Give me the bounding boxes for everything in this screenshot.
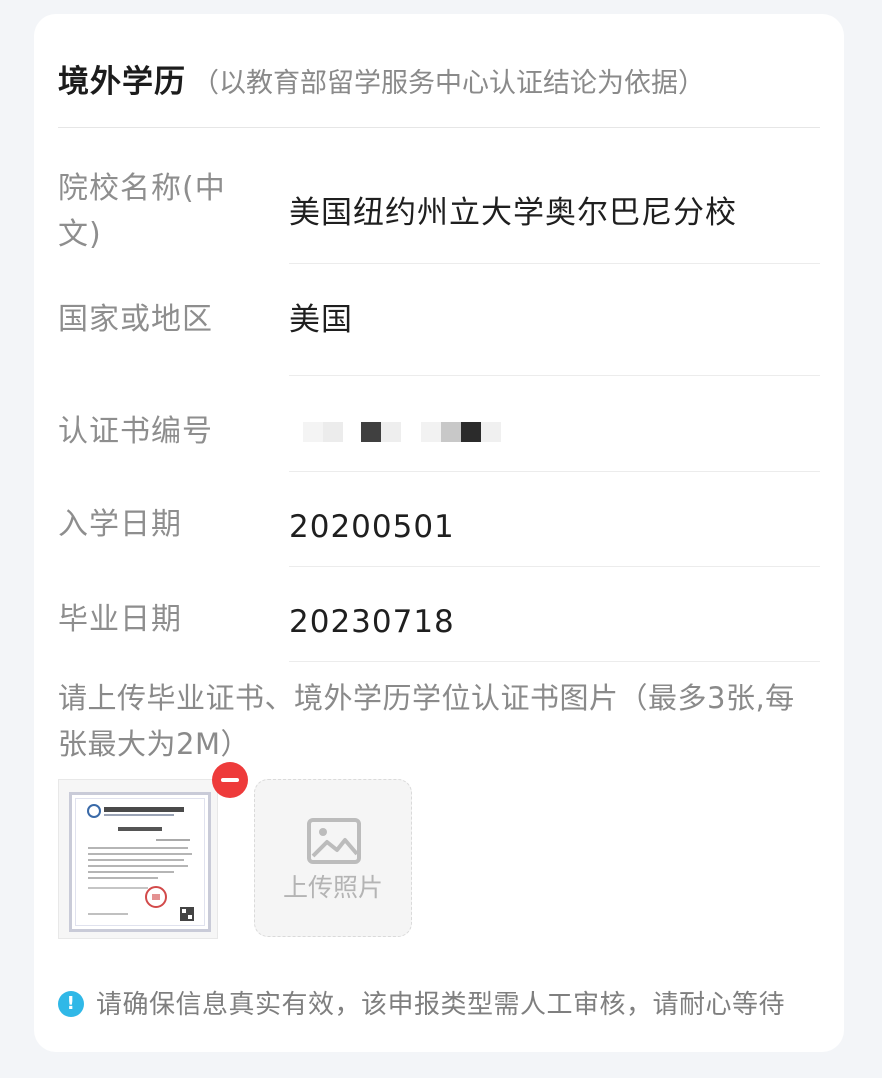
review-notice-text: 请确保信息真实有效，该申报类型需人工审核，请耐心等待 — [96, 990, 786, 1020]
education-card: 境外学历 （以教育部留学服务中心认证结论为依据） 院校名称(中文) 美国纽约州立大… — [34, 14, 844, 1052]
info-icon: ! — [58, 990, 84, 1017]
upload-photo-button[interactable]: 上传照片 — [254, 779, 412, 937]
remove-photo-button[interactable] — [212, 762, 248, 798]
field-value-graduation-date[interactable]: 20230718 — [289, 567, 820, 662]
certificate-illustration — [87, 804, 194, 921]
field-value-school-name[interactable]: 美国纽约州立大学奥尔巴尼分校 — [289, 166, 820, 264]
field-label-graduation-date: 毕业日期 — [58, 602, 182, 637]
field-row-certificate-number[interactable]: 认证书编号 — [58, 376, 820, 472]
card-header: 境外学历 （以教育部留学服务中心认证结论为依据） — [58, 56, 820, 128]
image-icon — [307, 818, 361, 864]
card-title: 境外学历 — [58, 64, 186, 100]
field-label-certificate-number: 认证书编号 — [58, 414, 213, 449]
certificate-image — [69, 792, 211, 932]
field-value-enrollment-date[interactable]: 20200501 — [289, 472, 820, 567]
upload-photo-label: 上传照片 — [282, 873, 383, 902]
field-row-country[interactable]: 国家或地区 美国 — [58, 264, 820, 376]
field-label-country: 国家或地区 — [58, 302, 213, 337]
field-label-school-name: 院校名称(中文) — [58, 171, 226, 252]
review-notice: ! 请确保信息真实有效，该申报类型需人工审核，请耐心等待 — [58, 984, 785, 1021]
uploaded-certificate-thumbnail[interactable] — [58, 779, 218, 939]
field-row-enrollment-date[interactable]: 入学日期 20200501 — [58, 472, 820, 567]
field-row-school-name[interactable]: 院校名称(中文) 美国纽约州立大学奥尔巴尼分校 — [58, 166, 820, 264]
field-value-country[interactable]: 美国 — [289, 264, 820, 376]
field-row-graduation-date[interactable]: 毕业日期 20230718 — [58, 567, 820, 662]
card-subtitle: （以教育部留学服务中心认证结论为依据） — [192, 68, 705, 99]
field-value-certificate-number[interactable] — [289, 376, 820, 472]
upload-hint: 请上传毕业证书、境外学历学位认证书图片（最多3张,每张最大为2M） — [58, 681, 795, 761]
field-label-enrollment-date: 入学日期 — [58, 507, 182, 542]
